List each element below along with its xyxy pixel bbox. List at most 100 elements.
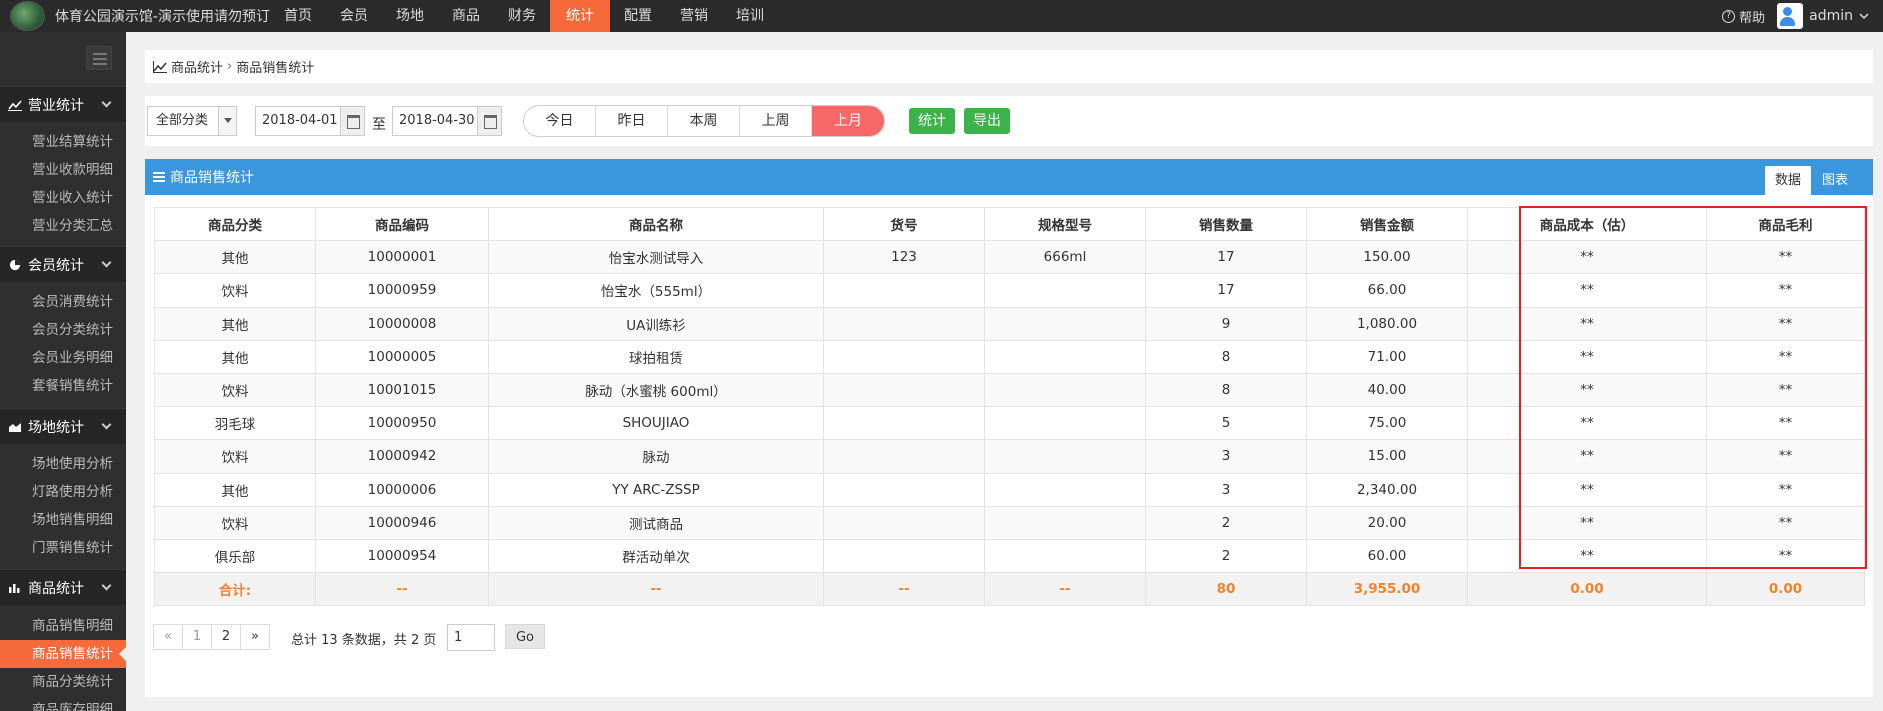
next-page-button[interactable]: » [240, 624, 270, 650]
table-cell: 15.00 [1306, 439, 1468, 474]
tab-data[interactable]: 数据 [1765, 166, 1812, 195]
table-cell: ** [1706, 240, 1865, 275]
table-header-row: 商品分类 商品编码 商品名称 货号 规格型号 销售数量 销售金额 商品成本（估）… [154, 206, 1865, 242]
sidebar-item-member-business[interactable]: 会员业务明细 [0, 344, 126, 372]
table-cell: 10000959 [315, 273, 489, 308]
table-cell: ** [1467, 273, 1707, 308]
category-select[interactable]: 全部分类 [147, 106, 237, 136]
quick-range-group: 今日 昨日 本周 上周 上月 [523, 105, 885, 137]
column-header[interactable]: 销售数量 [1145, 206, 1307, 242]
total-cell: 3,955.00 [1306, 572, 1468, 607]
table-cell: 球拍租赁 [488, 339, 824, 374]
nav-item-config[interactable]: 配置 [610, 0, 666, 32]
page-button[interactable]: 1 [182, 624, 212, 650]
breadcrumb-parent[interactable]: 商品统计 [171, 57, 223, 76]
table-cell: ** [1467, 538, 1707, 574]
chevron-down-icon [101, 257, 112, 268]
chevron-down-icon [101, 97, 112, 108]
prev-page-button[interactable]: « [153, 624, 183, 650]
nav-item-venue[interactable]: 场地 [382, 0, 438, 32]
pagination: « 1 2 » [153, 624, 270, 650]
column-header[interactable]: 商品成本（估） [1467, 206, 1707, 242]
table-row: 其他 10000008 UA训练衫 9 1,080.00 ** ** [154, 306, 1865, 341]
sidebar-group-venue[interactable]: 场地统计 [0, 408, 126, 444]
table-cell: 10000005 [315, 339, 489, 374]
range-last-month-button[interactable]: 上月 [812, 106, 884, 136]
sidebar-item-business-income[interactable]: 营业收入统计 [0, 184, 126, 212]
nav-item-goods[interactable]: 商品 [438, 0, 494, 32]
stat-button[interactable]: 统计 [909, 108, 955, 134]
page-button[interactable]: 2 [211, 624, 241, 650]
date-range-separator: 至 [372, 117, 386, 133]
table-cell [984, 439, 1146, 474]
nav-item-statistics[interactable]: 统计 [550, 0, 610, 32]
nav-item-training[interactable]: 培训 [722, 0, 778, 32]
table-cell: ** [1706, 273, 1865, 308]
user-menu[interactable]: admin [1777, 3, 1869, 29]
table-cell: 17 [1145, 240, 1307, 275]
sidebar-item-venue-usage[interactable]: 场地使用分析 [0, 450, 126, 478]
date-from-input[interactable]: 2018-04-01 [255, 106, 365, 136]
go-button[interactable]: Go [505, 624, 545, 649]
sidebar-group-title: 场地统计 [28, 419, 84, 436]
sidebar-item-venue-sales[interactable]: 场地销售明细 [0, 506, 126, 534]
sidebar-item-member-category[interactable]: 会员分类统计 [0, 316, 126, 344]
column-header[interactable]: 商品毛利 [1706, 206, 1865, 242]
total-cell: -- [315, 572, 489, 607]
table-cell: 3 [1145, 439, 1307, 474]
sidebar-item-light-usage[interactable]: 灯路使用分析 [0, 478, 126, 506]
range-this-week-button[interactable]: 本周 [668, 106, 740, 136]
sidebar-group-business[interactable]: 营业统计 [0, 86, 126, 122]
table-cell: SHOUJIAO [488, 406, 824, 441]
sidebar-group-title: 商品统计 [28, 580, 84, 597]
menu-toggle-button[interactable] [86, 46, 112, 70]
sidebar-item-business-category[interactable]: 营业分类汇总 [0, 212, 126, 240]
calendar-icon[interactable] [340, 107, 364, 135]
range-last-week-button[interactable]: 上周 [740, 106, 812, 136]
column-header[interactable]: 商品分类 [154, 206, 316, 242]
table-cell: 怡宝水测试导入 [488, 240, 824, 275]
sidebar-item-business-receipts[interactable]: 营业收款明细 [0, 156, 126, 184]
column-header[interactable]: 规格型号 [984, 206, 1146, 242]
help-link[interactable]: ? 帮助 [1722, 7, 1765, 26]
table-cell: ** [1467, 439, 1707, 474]
table-cell: 10000942 [315, 439, 489, 474]
sidebar-item-goods-sales-stats[interactable]: 商品销售统计 [0, 640, 126, 668]
nav-item-member[interactable]: 会员 [326, 0, 382, 32]
brand[interactable]: 体育公园演示馆-演示使用请勿预订 [0, 0, 270, 32]
export-button[interactable]: 导出 [964, 108, 1010, 134]
calendar-icon[interactable] [477, 107, 501, 135]
column-header[interactable]: 商品编码 [315, 206, 489, 242]
table-cell: 9 [1145, 306, 1307, 341]
sidebar-item-business-settlement[interactable]: 营业结算统计 [0, 128, 126, 156]
table-row: 俱乐部 10000954 群活动单次 2 60.00 ** ** [154, 538, 1865, 574]
sidebar-group-goods[interactable]: 商品统计 [0, 569, 126, 605]
table-cell: 怡宝水（555ml） [488, 273, 824, 308]
table-cell: 17 [1145, 273, 1307, 308]
sidebar-item-ticket-sales[interactable]: 门票销售统计 [0, 534, 126, 562]
column-header[interactable]: 商品名称 [488, 206, 824, 242]
table-cell [984, 472, 1146, 507]
date-to-input[interactable]: 2018-04-30 [392, 106, 502, 136]
table-cell: 群活动单次 [488, 538, 824, 574]
nav-item-finance[interactable]: 财务 [494, 0, 550, 32]
total-cell: 0.00 [1706, 572, 1865, 607]
sidebar-item-goods-stock[interactable]: 商品库存明细 [0, 696, 126, 711]
range-yesterday-button[interactable]: 昨日 [596, 106, 668, 136]
sidebar-item-goods-sales-detail[interactable]: 商品销售明细 [0, 612, 126, 640]
table-cell: ** [1706, 538, 1865, 574]
column-header[interactable]: 销售金额 [1306, 206, 1468, 242]
tab-chart[interactable]: 图表 [1812, 166, 1858, 195]
sidebar-group-member[interactable]: 会员统计 [0, 246, 126, 282]
sidebar-item-member-consumption[interactable]: 会员消费统计 [0, 288, 126, 316]
table-cell: 2 [1145, 538, 1307, 574]
nav-item-marketing[interactable]: 营销 [666, 0, 722, 32]
table-cell: ** [1467, 339, 1707, 374]
sidebar-item-goods-category[interactable]: 商品分类统计 [0, 668, 126, 696]
column-header[interactable]: 货号 [823, 206, 985, 242]
table-cell: 其他 [154, 306, 316, 341]
page-number-input[interactable]: 1 [447, 624, 495, 651]
range-today-button[interactable]: 今日 [524, 106, 596, 136]
sidebar-item-package-sales[interactable]: 套餐销售统计 [0, 372, 126, 400]
nav-item-home[interactable]: 首页 [270, 0, 326, 32]
